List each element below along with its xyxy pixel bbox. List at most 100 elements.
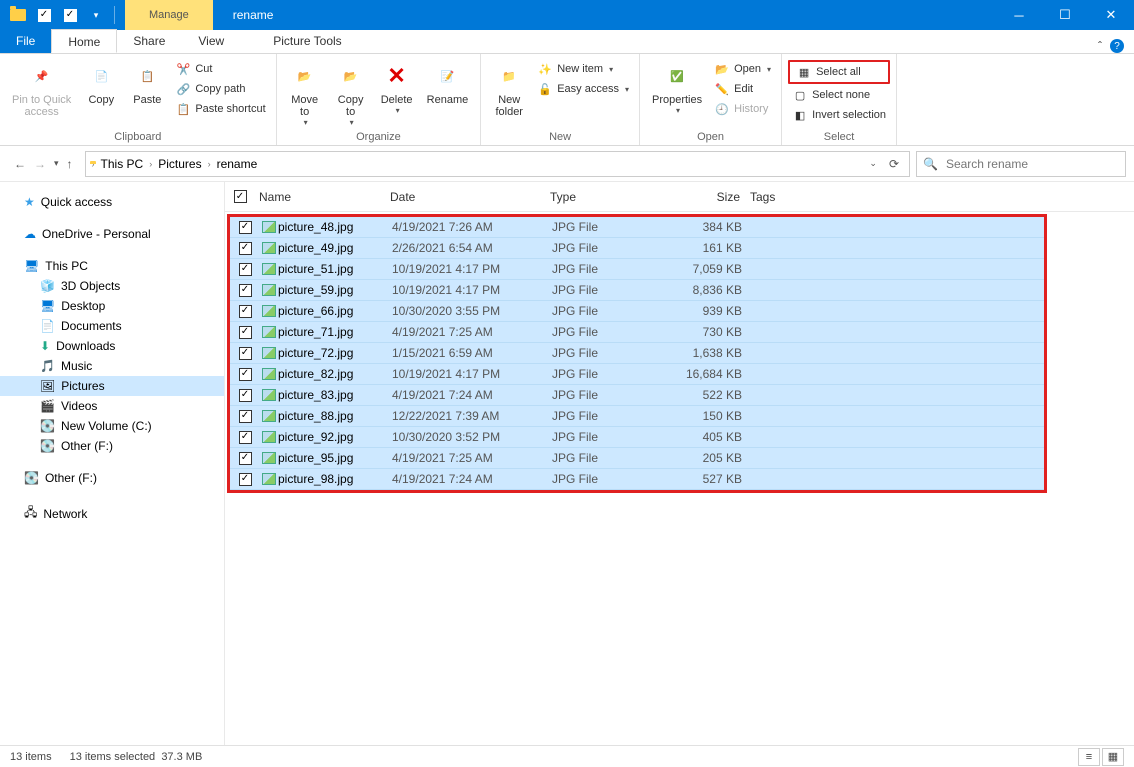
edit-button[interactable]: ✏️Edit <box>710 80 775 98</box>
nav-downloads[interactable]: ⬇Downloads <box>0 336 224 356</box>
nav-quick-access[interactable]: ★Quick access <box>0 192 224 212</box>
row-checkbox[interactable] <box>239 452 252 465</box>
details-view-button[interactable]: ≡ <box>1078 748 1100 766</box>
row-checkbox[interactable] <box>239 473 252 486</box>
nav-pictures[interactable]: 🖼Pictures <box>0 376 224 396</box>
forward-button[interactable]: → <box>34 157 46 171</box>
close-button[interactable]: ✕ <box>1088 0 1134 30</box>
cut-button[interactable]: ✂️Cut <box>171 60 269 78</box>
refresh-button[interactable]: ⟳ <box>889 157 899 171</box>
nav-music[interactable]: 🎵Music <box>0 356 224 376</box>
file-row[interactable]: picture_49.jpg2/26/2021 6:54 AMJPG File1… <box>230 238 1044 259</box>
properties-button[interactable]: ✅ Properties▾ <box>646 58 708 117</box>
qat-folder-icon[interactable] <box>6 3 30 27</box>
titlebar: ▾ Manage rename ─ ☐ ✕ <box>0 0 1134 30</box>
nav-this-pc[interactable]: 🖥This PC <box>0 256 224 276</box>
tab-view[interactable]: View <box>182 29 241 53</box>
nav-other-f-2[interactable]: 💽Other (F:) <box>0 468 224 488</box>
row-checkbox[interactable] <box>239 242 252 255</box>
up-button[interactable]: ↑ <box>67 157 73 171</box>
thumbnails-view-button[interactable]: ▦ <box>1102 748 1124 766</box>
file-row[interactable]: picture_51.jpg10/19/2021 4:17 PMJPG File… <box>230 259 1044 280</box>
file-row[interactable]: picture_98.jpg4/19/2021 7:24 AMJPG File5… <box>230 469 1044 490</box>
nav-videos[interactable]: 🎬Videos <box>0 396 224 416</box>
open-button[interactable]: 📂Open▾ <box>710 60 775 78</box>
column-size[interactable]: Size <box>670 190 750 204</box>
ribbon: 📌 Pin to Quick access 📄 Copy 📋 Paste ✂️C… <box>0 54 1134 146</box>
select-none-button[interactable]: ▢Select none <box>788 86 890 104</box>
row-checkbox[interactable] <box>239 305 252 318</box>
tab-picture-tools[interactable]: Picture Tools <box>257 29 358 53</box>
copy-to-button[interactable]: 📂 Copy to▾ <box>329 58 373 129</box>
row-checkbox[interactable] <box>239 389 252 402</box>
column-name[interactable]: Name <box>255 190 390 204</box>
nav-network[interactable]: 🖧Network <box>0 500 224 527</box>
column-tags[interactable]: Tags <box>750 190 830 204</box>
invert-selection-button[interactable]: ◧Invert selection <box>788 106 890 124</box>
file-row[interactable]: picture_82.jpg10/19/2021 4:17 PMJPG File… <box>230 364 1044 385</box>
back-button[interactable]: ← <box>14 157 26 171</box>
file-row[interactable]: picture_83.jpg4/19/2021 7:24 AMJPG File5… <box>230 385 1044 406</box>
recent-dropdown[interactable]: ▾ <box>54 158 59 169</box>
move-to-button[interactable]: 📂 Move to▾ <box>283 58 327 129</box>
qat-checkbox-1[interactable] <box>32 3 56 27</box>
file-row[interactable]: picture_95.jpg4/19/2021 7:25 AMJPG File2… <box>230 448 1044 469</box>
nav-other-f-1[interactable]: 💽Other (F:) <box>0 436 224 456</box>
column-type[interactable]: Type <box>550 190 670 204</box>
file-row[interactable]: picture_48.jpg4/19/2021 7:26 AMJPG File3… <box>230 217 1044 238</box>
row-checkbox[interactable] <box>239 263 252 276</box>
row-checkbox[interactable] <box>239 368 252 381</box>
nav-documents[interactable]: 📄Documents <box>0 316 224 336</box>
nav-desktop[interactable]: 🖥Desktop <box>0 296 224 316</box>
history-button[interactable]: 🕘History <box>710 100 775 118</box>
nav-new-volume-c[interactable]: 💽New Volume (C:) <box>0 416 224 436</box>
address-dropdown[interactable]: ⌄ <box>869 158 877 169</box>
row-checkbox[interactable] <box>239 326 252 339</box>
file-row[interactable]: picture_88.jpg12/22/2021 7:39 AMJPG File… <box>230 406 1044 427</box>
select-all-checkbox[interactable] <box>234 190 247 203</box>
paste-shortcut-button[interactable]: 📋Paste shortcut <box>171 100 269 118</box>
address-bar[interactable]: › This PC › Pictures › rename ⌄ ⟳ <box>85 151 910 177</box>
row-checkbox[interactable] <box>239 284 252 297</box>
copy-path-button[interactable]: 🔗Copy path <box>171 80 269 98</box>
file-row[interactable]: picture_92.jpg10/30/2020 3:52 PMJPG File… <box>230 427 1044 448</box>
easy-access-button[interactable]: 🔓Easy access▾ <box>533 80 633 98</box>
edit-icon: ✏️ <box>714 81 730 97</box>
qat-checkbox-2[interactable] <box>58 3 82 27</box>
help-icon[interactable]: ? <box>1110 39 1124 53</box>
pin-to-quick-access-button[interactable]: 📌 Pin to Quick access <box>6 58 77 120</box>
crumb-rename[interactable]: rename <box>213 157 262 171</box>
file-row[interactable]: picture_66.jpg10/30/2020 3:55 PMJPG File… <box>230 301 1044 322</box>
nav-onedrive[interactable]: ☁OneDrive - Personal <box>0 224 224 244</box>
column-date[interactable]: Date <box>390 190 550 204</box>
select-all-button[interactable]: ▦Select all <box>788 60 890 84</box>
crumb-pictures[interactable]: Pictures <box>154 157 205 171</box>
file-row[interactable]: picture_59.jpg10/19/2021 4:17 PMJPG File… <box>230 280 1044 301</box>
row-checkbox[interactable] <box>239 431 252 444</box>
file-row[interactable]: picture_71.jpg4/19/2021 7:25 AMJPG File7… <box>230 322 1044 343</box>
qat-dropdown[interactable]: ▾ <box>84 3 108 27</box>
row-checkbox[interactable] <box>239 221 252 234</box>
copy-button[interactable]: 📄 Copy <box>79 58 123 108</box>
file-row[interactable]: picture_72.jpg1/15/2021 6:59 AMJPG File1… <box>230 343 1044 364</box>
minimize-button[interactable]: ─ <box>996 0 1042 30</box>
crumb-thispc[interactable]: This PC <box>97 157 148 171</box>
tab-home[interactable]: Home <box>51 29 117 53</box>
file-list: picture_48.jpg4/19/2021 7:26 AMJPG File3… <box>227 214 1047 493</box>
rename-button[interactable]: 📝 Rename <box>421 58 475 108</box>
maximize-button[interactable]: ☐ <box>1042 0 1088 30</box>
delete-button[interactable]: ✕ Delete▾ <box>375 58 419 117</box>
tab-file[interactable]: File <box>0 29 51 53</box>
file-name: picture_98.jpg <box>278 472 392 486</box>
tab-share[interactable]: Share <box>117 29 182 53</box>
new-item-button[interactable]: ✨New item▾ <box>533 60 633 78</box>
row-checkbox[interactable] <box>239 347 252 360</box>
search-box[interactable]: 🔍 Search rename <box>916 151 1126 177</box>
collapse-ribbon-icon[interactable]: ˆ <box>1098 39 1102 53</box>
nav-3d-objects[interactable]: 🧊3D Objects <box>0 276 224 296</box>
file-name: picture_83.jpg <box>278 388 392 402</box>
row-checkbox[interactable] <box>239 410 252 423</box>
image-file-icon <box>262 326 276 338</box>
new-folder-button[interactable]: 📁 New folder <box>487 58 531 120</box>
paste-button[interactable]: 📋 Paste <box>125 58 169 108</box>
